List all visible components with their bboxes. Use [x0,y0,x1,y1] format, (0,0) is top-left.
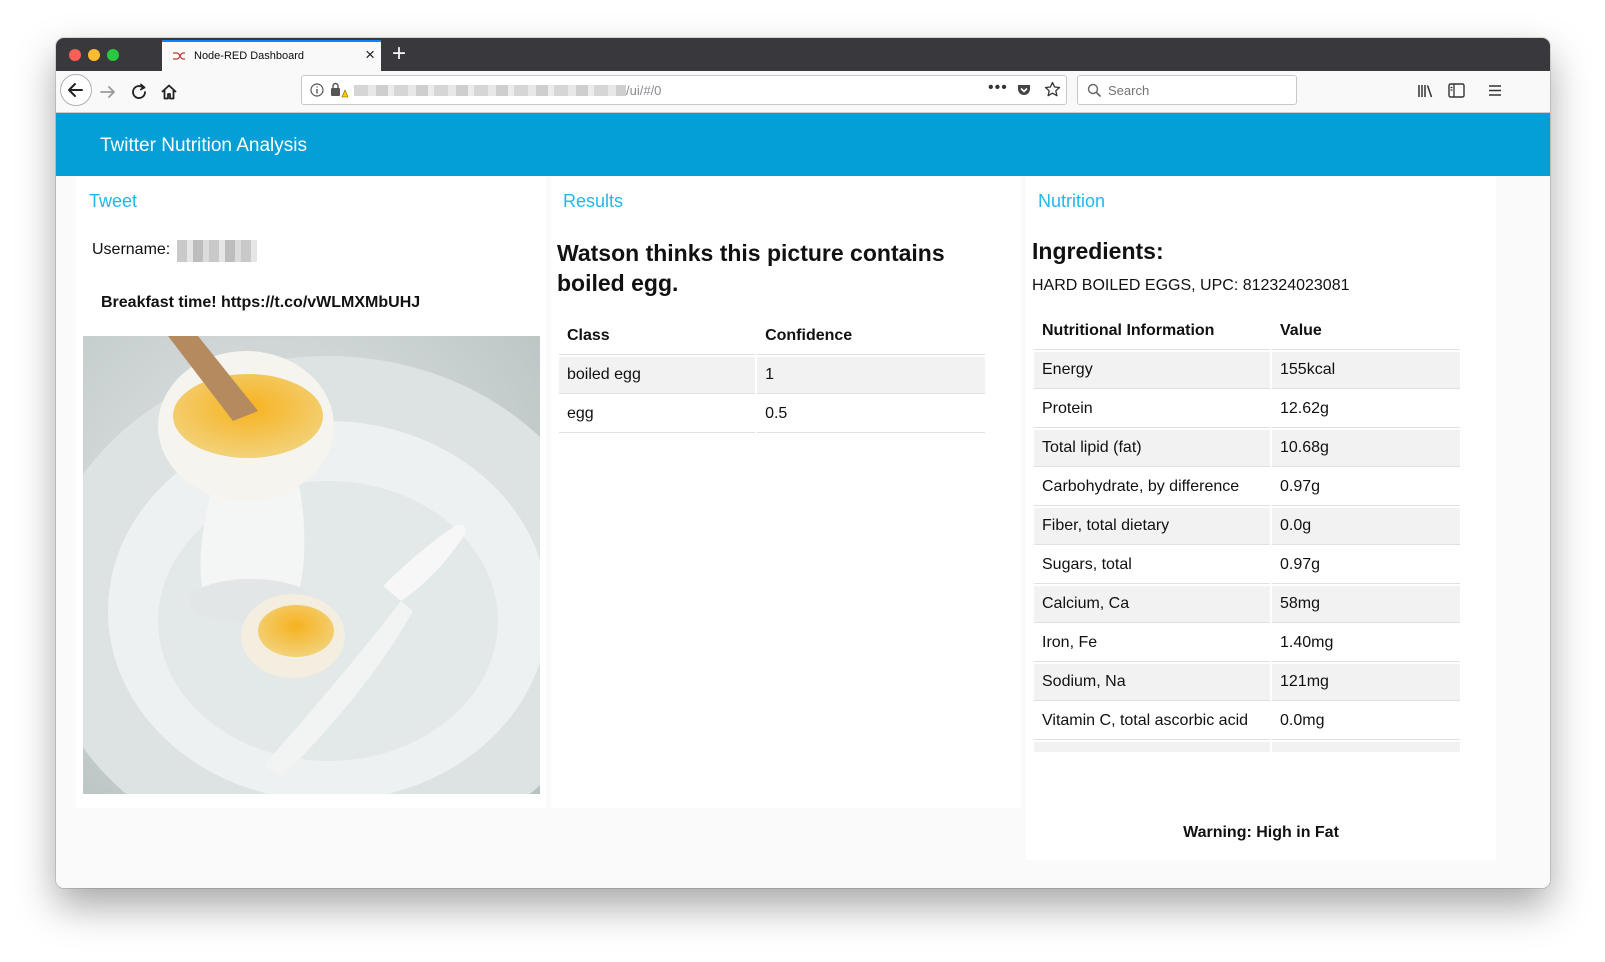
nutrient-name: Sugars, total [1034,547,1270,584]
ingredients-heading: Ingredients: [1032,238,1164,264]
results-card-title: Results [563,191,624,211]
zoom-window-button[interactable] [107,49,119,61]
classification-summary: Watson thinks this picture contains boil… [557,240,945,296]
dashboard-title: Twitter Nutrition Analysis [100,135,307,156]
menu-icon[interactable] [1487,83,1503,98]
home-icon[interactable] [158,81,180,103]
nutrient-name: Calcium, Ca [1034,586,1270,623]
table-row: Energy 155kcal [1034,352,1460,389]
table-row: Fiber, total dietary 0.0g [1034,508,1460,545]
nutrient-name: Sodium, Na [1034,664,1270,701]
tweet-image-boiled-egg [83,336,540,794]
tab-node-red-dashboard[interactable]: Node-RED Dashboard × [162,40,381,71]
minimize-window-button[interactable] [88,49,100,61]
table-row: Calcium, Ca 58mg [1034,586,1460,623]
forward-arrow-icon[interactable] [97,81,119,103]
results-card: Results Watson thinks this picture conta… [551,176,1021,808]
table-row: Total lipid (fat) 10.68g [1034,430,1460,467]
nutrient-value: 728IU [1272,742,1460,752]
nutrient-value: 10.68g [1272,430,1460,467]
url-text: /ui/#/0 [626,83,662,98]
nutrient-value: 58mg [1272,586,1460,623]
nutrient-name: Iron, Fe [1034,625,1270,662]
table-row: Carbohydrate, by difference 0.97g [1034,469,1460,506]
results-cell-class: egg [559,396,756,433]
nutrient-name: Vitamin A, IU [1034,742,1270,752]
tab-bar: Node-RED Dashboard × + [56,38,1550,71]
table-row: Vitamin A, IU728IU [1034,742,1460,752]
table-row: Protein 12.62g [1034,391,1460,428]
new-tab-button[interactable]: + [392,41,406,67]
nutrient-name: Carbohydrate, by difference [1034,469,1270,506]
results-table: Class Confidence boiled egg 1 egg 0.5 [557,316,987,435]
url-bar[interactable]: /ui/#/0 ••• [301,75,1067,105]
nutrient-value: 121mg [1272,664,1460,701]
nutrient-name: Protein [1034,391,1270,428]
search-placeholder: Search [1108,83,1150,98]
results-cell-class: boiled egg [559,357,756,394]
results-cell-confidence: 0.5 [757,396,985,433]
table-row: boiled egg 1 [559,357,985,394]
info-icon[interactable] [310,83,324,97]
nutrition-table-scroll[interactable]: Nutritional Information Value Energy 155k… [1032,311,1464,752]
nutrient-name: Fiber, total dietary [1034,508,1270,545]
sidebar-toggle-icon[interactable] [1448,83,1465,98]
dashboard-body: Tweet Username: Breakfast time! https://… [56,176,1550,888]
username-value-redacted [177,240,257,262]
nutrition-warning: Warning: High in Fat [1183,824,1339,841]
nutrition-column-info: Nutritional Information [1034,313,1270,350]
tweet-card: Tweet Username: Breakfast time! https://… [76,176,546,808]
library-icon[interactable] [1417,83,1435,99]
results-cell-confidence: 1 [757,357,985,394]
nutrient-value: 12.62g [1272,391,1460,428]
tweet-card-title: Tweet [89,191,138,211]
dashboard-header: Twitter Nutrition Analysis [56,113,1550,176]
username-label: Username: [92,241,171,258]
close-tab-icon[interactable]: × [365,46,375,64]
nutrient-value: 1.40mg [1272,625,1460,662]
nutrient-value: 0.0g [1272,508,1460,545]
nutrient-name: Total lipid (fat) [1034,430,1270,467]
table-row: Vitamin C, total ascorbic acid 0.0mg [1034,703,1460,740]
pocket-icon[interactable] [1016,82,1032,98]
nutrient-value: 0.97g [1272,469,1460,506]
bookmark-star-icon[interactable] [1044,81,1061,98]
nutrition-card-title: Nutrition [1038,191,1106,211]
table-row: Sugars, total 0.97g [1034,547,1460,584]
nutrient-name: Energy [1034,352,1270,389]
nutrient-value: 0.0mg [1272,703,1460,740]
navigation-bar: /ui/#/0 ••• Search [56,71,1550,113]
close-window-button[interactable] [69,49,81,61]
back-button[interactable] [60,74,92,106]
page-actions-icon[interactable]: ••• [988,79,1008,97]
tweet-text: Breakfast time! https://t.co/vWLMXMbUHJ [101,294,421,311]
nutrition-card: Nutrition Ingredients: HARD BOILED EGGS,… [1026,176,1496,860]
nutrient-value: 0.97g [1272,547,1460,584]
results-column-confidence: Confidence [757,318,985,355]
table-row: Sodium, Na 121mg [1034,664,1460,701]
insecure-lock-icon[interactable] [330,82,348,98]
search-bar[interactable]: Search [1077,75,1297,105]
tab-title: Node-RED Dashboard [194,50,305,62]
browser-window: Node-RED Dashboard × + /ui/#/0 ••• Searc… [56,38,1550,888]
table-row: egg 0.5 [559,396,985,433]
search-icon [1087,83,1102,98]
node-red-icon [173,52,185,60]
nutrient-value: 155kcal [1272,352,1460,389]
blurred-url-host [354,85,626,96]
back-arrow-icon [68,83,83,97]
nutrient-name: Vitamin C, total ascorbic acid [1034,703,1270,740]
table-row: Iron, Fe 1.40mg [1034,625,1460,662]
ingredients-text: HARD BOILED EGGS, UPC: 812324023081 [1032,277,1350,294]
nutrition-table: Nutritional Information Value Energy 155k… [1032,311,1462,752]
results-column-class: Class [559,318,756,355]
nutrition-column-value: Value [1272,313,1460,350]
reload-icon[interactable] [128,81,150,103]
